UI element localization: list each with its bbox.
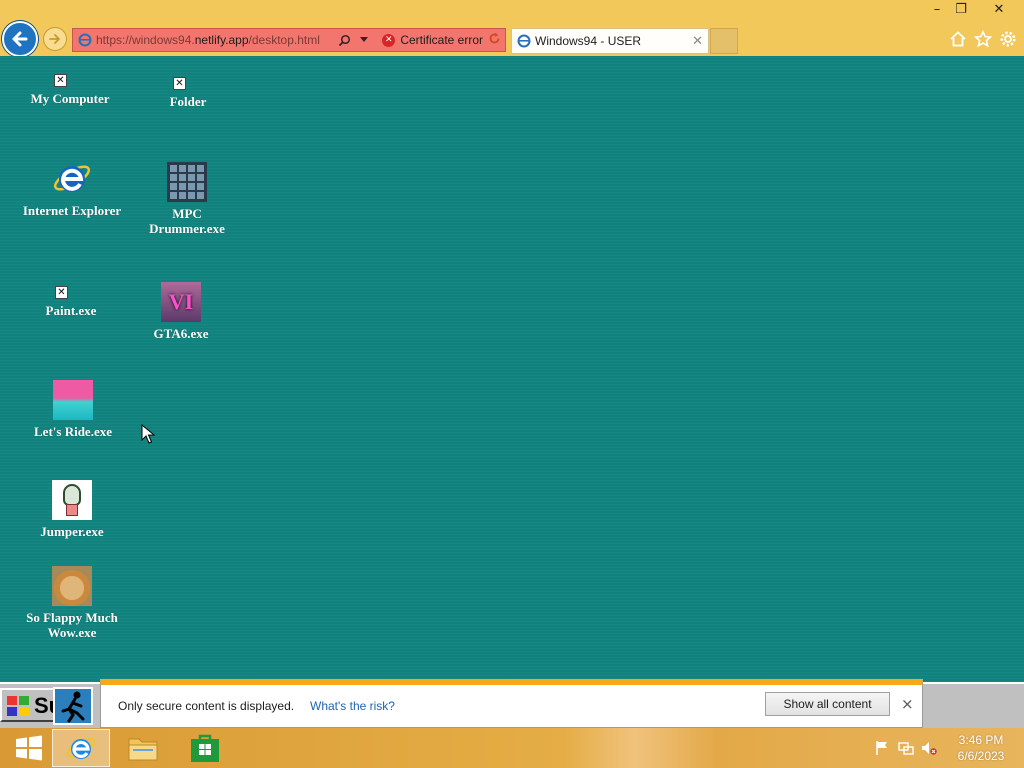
ie-page-icon [78, 33, 92, 47]
gear-icon[interactable] [999, 30, 1017, 48]
icon-label: MPC Drummer.exe [149, 206, 225, 236]
drum-pad-grid-icon [167, 162, 207, 202]
folder-icon [128, 738, 158, 761]
desktop-icon-paint[interactable]: ✕ Paint.exe [21, 286, 121, 318]
forward-button[interactable] [43, 27, 67, 51]
system-clock[interactable]: 3:46 PM 6/6/2023 [946, 732, 1016, 764]
search-icon[interactable] [336, 32, 352, 48]
desktop-icon-mpc-drummer[interactable]: MPC Drummer.exe [137, 162, 237, 236]
home-icon[interactable] [949, 30, 967, 48]
mouse-cursor-icon [141, 424, 155, 444]
close-window-button[interactable]: ✕ [976, 0, 1022, 20]
certificate-error-label[interactable]: Certificate error [400, 33, 483, 47]
close-notification-icon[interactable]: × [901, 695, 914, 713]
taskbar-store[interactable] [176, 729, 234, 767]
running-app-button[interactable] [53, 687, 93, 725]
broken-image-icon: ✕ [173, 77, 186, 90]
icon-label: Internet Explorer [22, 203, 122, 218]
broken-image-icon: ✕ [54, 74, 67, 87]
url-path: /desktop.html [248, 33, 320, 47]
gta6-logo-icon: VI [161, 282, 201, 322]
restore-button[interactable]: ❐ [946, 0, 976, 20]
desktop-icon-my-computer[interactable]: ✕ My Computer [20, 74, 120, 106]
forward-arrow-icon [49, 34, 60, 44]
lets-ride-icon [53, 380, 93, 420]
star-icon[interactable] [974, 30, 992, 48]
back-arrow-icon [12, 31, 28, 47]
broken-image-icon: ✕ [55, 286, 68, 299]
taskbar-internet-explorer[interactable] [52, 729, 110, 767]
icon-label: My Computer [30, 91, 110, 106]
windows-logo-icon [16, 735, 42, 761]
windows-flag-icon [7, 696, 29, 716]
clock-date: 6/6/2023 [957, 749, 1005, 763]
icon-label: Jumper.exe [40, 524, 104, 539]
icon-label: GTA6.exe [153, 326, 209, 341]
store-icon [191, 734, 219, 762]
internet-explorer-icon [53, 165, 91, 192]
windows-taskbar: 3:46 PM 6/6/2023 [0, 728, 1024, 768]
jumper-character-icon [52, 480, 92, 520]
desktop-icon-folder[interactable]: ✕ Folder [138, 77, 238, 109]
gta6-badge-text: VI [168, 289, 194, 314]
desktop-icon-lets-ride[interactable]: Let's Ride.exe [23, 380, 123, 439]
back-button[interactable] [2, 21, 38, 57]
clock-time: 3:46 PM [958, 733, 1004, 747]
address-bar[interactable]: https://windows94. netlify.app/desktop.ht… [72, 28, 506, 52]
icon-label: Folder [169, 94, 207, 109]
ie-tab-icon [517, 34, 531, 48]
new-tab-button[interactable] [710, 28, 738, 54]
tab-windows94[interactable]: Windows94 - USER ✕ [511, 28, 709, 54]
browser-chrome: – ❐ ✕ https://windows94. netlify.app/desk… [0, 0, 1024, 57]
icon-label: Paint.exe [45, 303, 97, 318]
volume-muted-icon[interactable] [921, 740, 937, 756]
show-all-content-button[interactable]: Show all content [765, 692, 890, 716]
action-center-flag-icon[interactable] [874, 740, 890, 756]
search-dropdown-icon[interactable] [356, 32, 372, 48]
network-icon[interactable] [898, 740, 914, 756]
desktop: ✕ My Computer ✕ Folder Internet Explorer… [0, 56, 1024, 682]
url-scheme: https://windows94. [96, 33, 195, 47]
certificate-error-icon[interactable]: ✕ [382, 33, 396, 47]
security-notification-bar: Only secure content is displayed. What's… [100, 679, 923, 728]
running-man-icon [61, 691, 85, 723]
internet-explorer-icon [66, 738, 96, 759]
whats-the-risk-link[interactable]: What's the risk? [310, 699, 395, 713]
notification-message: Only secure content is displayed. [118, 699, 295, 713]
refresh-icon[interactable] [488, 32, 501, 48]
icon-label: So Flappy Much Wow.exe [26, 610, 118, 640]
desktop-icon-so-flappy[interactable]: So Flappy Much Wow.exe [22, 566, 122, 640]
desktop-icon-internet-explorer[interactable]: Internet Explorer [22, 157, 122, 218]
tab-close-icon[interactable]: ✕ [692, 34, 703, 49]
url-domain: netlify.app [194, 33, 249, 47]
windows94-start-button[interactable]: Su [0, 688, 56, 722]
doge-icon [52, 566, 92, 606]
desktop-icon-jumper[interactable]: Jumper.exe [22, 480, 122, 539]
tab-title: Windows94 - USER [535, 34, 642, 48]
start-button[interactable] [0, 729, 58, 767]
desktop-icon-gta6[interactable]: VI GTA6.exe [131, 282, 231, 341]
icon-label: Let's Ride.exe [34, 424, 112, 439]
taskbar-file-explorer[interactable] [114, 729, 172, 767]
